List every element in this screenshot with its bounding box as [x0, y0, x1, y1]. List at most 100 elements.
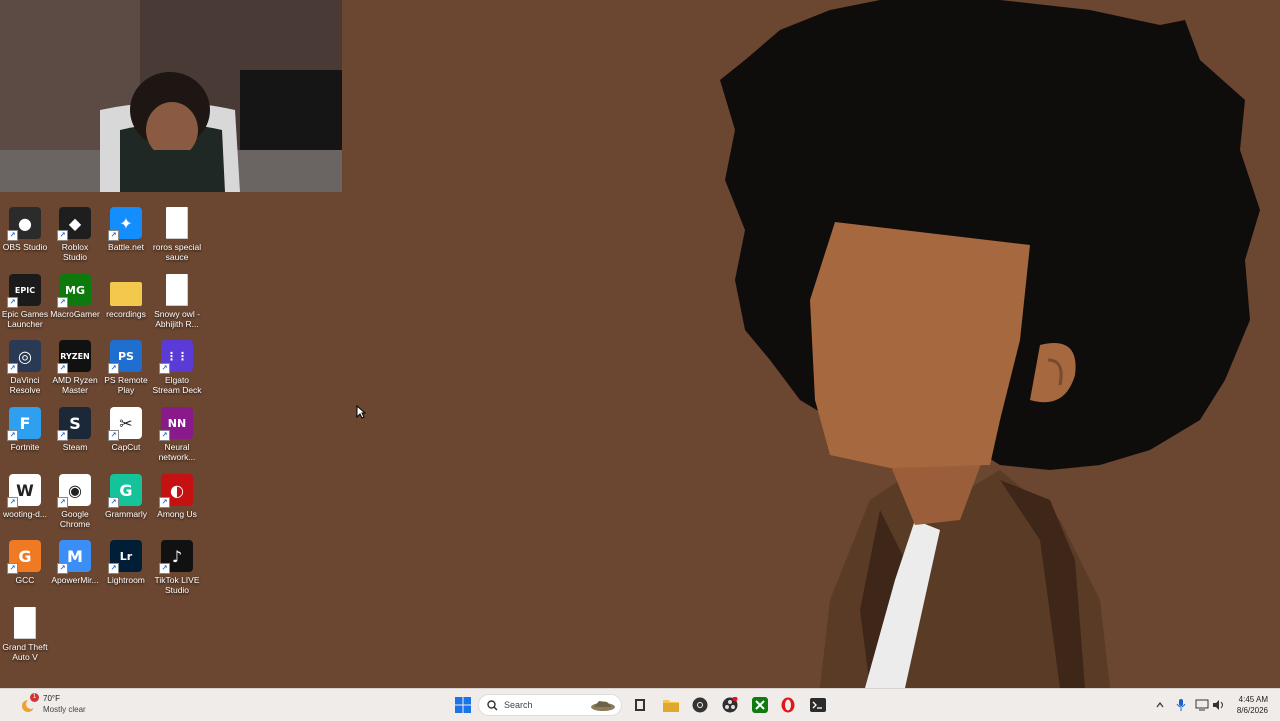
desktop-icon-capcut[interactable]: ✂ ↗ CapCut: [101, 407, 151, 452]
taskbar-search-box[interactable]: Search: [478, 694, 622, 716]
task-view-button[interactable]: [630, 695, 650, 715]
amd-ryzen-icon: RYZEN ↗: [57, 340, 91, 374]
desktop-icon-label: Steam: [62, 442, 88, 452]
shortcut-arrow-icon: ↗: [159, 563, 170, 574]
desktop-icon-label: Elgato Stream Deck: [152, 375, 202, 395]
opera-taskbar-button[interactable]: [778, 695, 798, 715]
desktop-icon-label: recordings: [106, 309, 146, 319]
xbox-taskbar-button[interactable]: [750, 695, 770, 715]
volume-button[interactable]: [1209, 695, 1229, 715]
desktop-icon-apowermir[interactable]: M ↗ ApowerMir...: [50, 540, 100, 585]
desktop-icon-label: OBS Studio: [2, 242, 48, 252]
microphone-button[interactable]: [1171, 695, 1191, 715]
task-view-icon: [635, 699, 645, 711]
desktop-icon-label: Neural network...: [158, 442, 196, 462]
file-explorer-icon: [663, 700, 679, 712]
shortcut-arrow-icon: ↗: [7, 230, 18, 241]
volume-icon: [1213, 700, 1223, 710]
start-button[interactable]: [453, 695, 473, 715]
desktop-icon-roblox-studio[interactable]: ◆ ↗ Roblox Studio: [50, 207, 100, 262]
obs-icon: ● ↗: [7, 207, 41, 241]
desktop-icon-label: Battle.net: [108, 242, 144, 252]
desktop-icon-label: Grammarly: [104, 509, 148, 519]
gcc-icon: G ↗: [7, 540, 41, 574]
shortcut-arrow-icon: ↗: [159, 430, 170, 441]
desktop-icon-google-chrome[interactable]: ◉ ↗ Google Chrome: [50, 474, 100, 529]
desktop-icon-tiktok-live-studio[interactable]: ♪ ↗ TikTok LIVE Studio: [152, 540, 202, 595]
desktop-icon-label: MacroGamer: [50, 309, 100, 319]
show-hidden-icons-button[interactable]: [1150, 695, 1170, 715]
desktop-icon-battle-net[interactable]: ✦ ↗ Battle.net: [101, 207, 151, 252]
weather-widget[interactable]: 1 70°F Mostly clear: [10, 689, 90, 721]
tiktok-icon: ♪ ↗: [159, 540, 193, 574]
obs-taskbar-button[interactable]: [720, 695, 740, 715]
chrome-icon: ◉ ↗: [57, 474, 91, 508]
desktop-icon-ps-remote-play[interactable]: PS ↗ PS Remote Play: [101, 340, 151, 395]
shortcut-arrow-icon: ↗: [57, 230, 68, 241]
wallpaper-face: [810, 222, 1030, 468]
terminal-taskbar-button[interactable]: [808, 695, 828, 715]
shortcut-arrow-icon: ↗: [108, 363, 119, 374]
weather-badge: 1: [30, 693, 39, 702]
stream-deck-icon: ⋮⋮ ↗: [159, 340, 193, 374]
davinci-icon: ◎ ↗: [7, 340, 41, 374]
desktop-icon-gcc[interactable]: G ↗ GCC: [0, 540, 50, 585]
system-clock[interactable]: 4:45 AM 8/6/2026: [1237, 694, 1268, 716]
desktop-icon-label: DaVinci Resolve: [9, 375, 41, 395]
desktop-icon-grammarly[interactable]: G ↗ Grammarly: [101, 474, 151, 519]
search-placeholder: Search: [504, 700, 533, 710]
network-icon: [1195, 699, 1209, 711]
shortcut-arrow-icon: ↗: [57, 363, 68, 374]
shortcut-arrow-icon: ↗: [7, 497, 18, 508]
shortcut-arrow-icon: ↗: [108, 563, 119, 574]
neural-network-icon: NN ↗: [159, 407, 193, 441]
weather-temp: 70°F: [43, 694, 60, 703]
desktop-icon-label: Grand Theft Auto V: [2, 642, 48, 662]
desktop-icon-label: Fortnite: [10, 442, 40, 452]
desktop-icon-amd-ryzen-master[interactable]: RYZEN ↗ AMD Ryzen Master: [50, 340, 100, 395]
desktop-icon-macrogamer[interactable]: MG ↗ MacroGamer: [50, 274, 100, 319]
shortcut-arrow-icon: ↗: [108, 230, 119, 241]
search-icon: [487, 700, 498, 711]
shortcut-arrow-icon: ↗: [159, 497, 170, 508]
desktop-icon-grand-theft-auto-v[interactable]: Grand Theft Auto V: [0, 607, 50, 662]
shortcut-arrow-icon: ↗: [108, 497, 119, 508]
clock-date: 8/6/2026: [1236, 706, 1268, 715]
desktop-icon-snowy-owl-abhijith-r[interactable]: Snowy owl - Abhijith R...: [152, 274, 202, 329]
desktop-icon-obs-studio[interactable]: ● ↗ OBS Studio: [0, 207, 50, 252]
desktop-icon-wooting-d[interactable]: W ↗ wooting-d...: [0, 474, 50, 519]
desktop-icon-roros-special-sauce[interactable]: roros special sauce: [152, 207, 202, 262]
desktop-icon-lightroom[interactable]: Lr ↗ Lightroom: [101, 540, 151, 585]
desktop-icon-neural-network[interactable]: NN ↗ Neural network...: [152, 407, 202, 462]
desktop-icon-label: PS Remote Play: [104, 375, 148, 395]
shortcut-arrow-icon: ↗: [57, 430, 68, 441]
desktop-icon-label: CapCut: [111, 442, 141, 452]
shortcut-arrow-icon: ↗: [159, 363, 170, 374]
desktop-icon-davinci-resolve[interactable]: ◎ ↗ DaVinci Resolve: [0, 340, 50, 395]
windows-logo-icon: [455, 697, 471, 713]
ps-remote-icon: PS ↗: [108, 340, 142, 374]
shortcut-arrow-icon: ↗: [7, 430, 18, 441]
chrome-taskbar-button[interactable]: [690, 695, 710, 715]
file-icon: [14, 607, 36, 639]
roblox-studio-icon: ◆ ↗: [57, 207, 91, 241]
desktop-icon-label: AMD Ryzen Master: [52, 375, 98, 395]
file-icon: [166, 274, 188, 306]
folder-icon: [110, 282, 142, 306]
macrogamer-icon: MG ↗: [57, 274, 91, 308]
desktop-icon-elgato-stream-deck[interactable]: ⋮⋮ ↗ Elgato Stream Deck: [152, 340, 202, 395]
wooting-icon: W ↗: [7, 474, 41, 508]
among-us-icon: ◐ ↗: [159, 474, 193, 508]
desktop-icon-recordings[interactable]: recordings: [101, 274, 151, 319]
desktop-icon-epic-games-launcher[interactable]: EPIC ↗ Epic Games Launcher: [0, 274, 50, 329]
desktop-icon-label: Lightroom: [107, 575, 145, 585]
desktop-icon-fortnite[interactable]: F ↗ Fortnite: [0, 407, 50, 452]
file-explorer-button[interactable]: [661, 695, 681, 715]
file-icon: [166, 207, 188, 239]
desktop-icon-label: ApowerMir...: [51, 575, 99, 585]
desktop-icon-label: wooting-d...: [3, 509, 47, 519]
desktop-icon-among-us[interactable]: ◐ ↗ Among Us: [152, 474, 202, 519]
desktop-icon-steam[interactable]: S ↗ Steam: [50, 407, 100, 452]
desktop-icon-label: Roblox Studio: [61, 242, 89, 262]
terminal-icon: [810, 698, 826, 712]
